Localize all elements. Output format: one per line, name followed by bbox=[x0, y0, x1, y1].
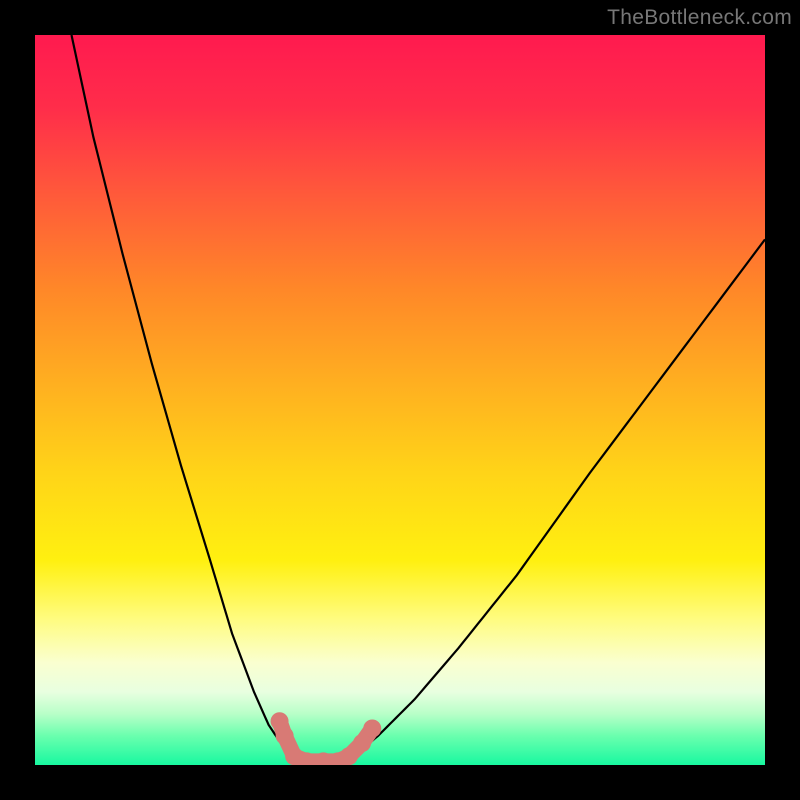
data-marker bbox=[276, 727, 294, 745]
data-marker bbox=[340, 747, 358, 765]
curve-group bbox=[72, 35, 766, 765]
left-curve bbox=[72, 35, 306, 765]
right-curve bbox=[342, 239, 765, 765]
data-marker bbox=[353, 734, 371, 752]
chart-svg bbox=[35, 35, 765, 765]
data-marker bbox=[363, 720, 381, 738]
chart-container: TheBottleneck.com bbox=[0, 0, 800, 800]
plot-area bbox=[35, 35, 765, 765]
marker-group bbox=[271, 712, 382, 765]
watermark-text: TheBottleneck.com bbox=[607, 6, 792, 30]
